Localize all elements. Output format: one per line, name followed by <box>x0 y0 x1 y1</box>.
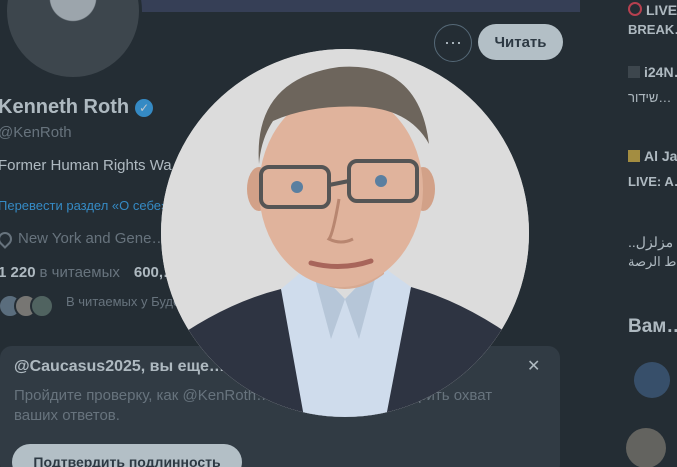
profile-photo <box>161 49 529 417</box>
profile-page: ⋯ Читать Kenneth Roth ✓ @KenRoth Former … <box>0 0 677 467</box>
profile-photo-modal <box>161 49 529 417</box>
